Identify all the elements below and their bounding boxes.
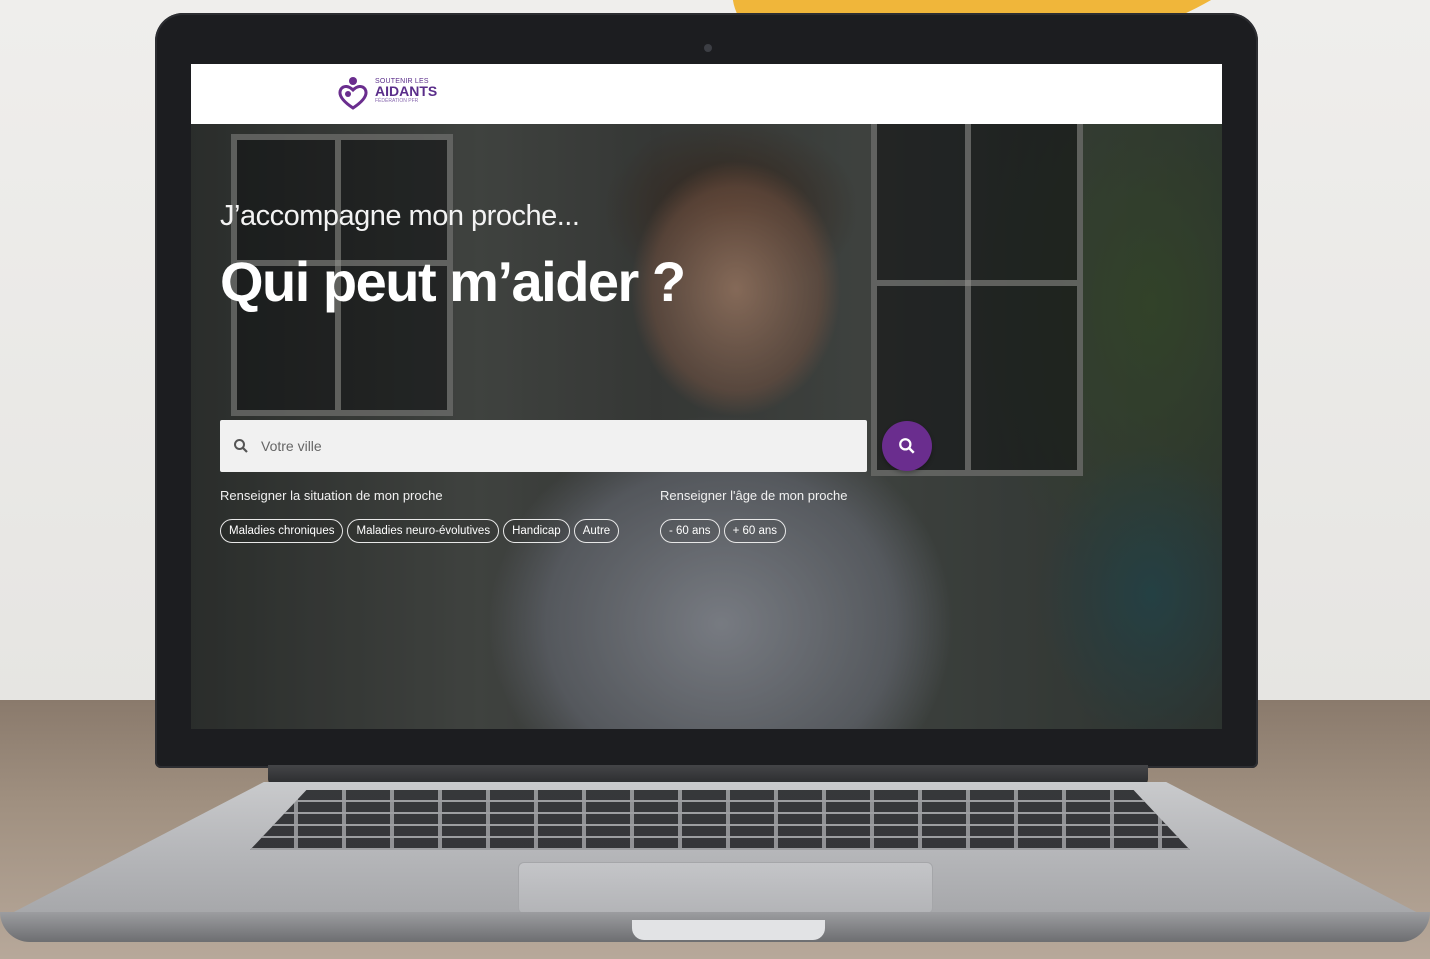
logo-main-text: AIDANTS [375, 83, 438, 99]
age-chips: - 60 ans + 60 ans [660, 519, 787, 543]
laptop-scene: SOUTENIR LES AIDANTS FÉDÉRATION PFR J’ac… [0, 0, 1430, 959]
search-icon [899, 438, 915, 454]
logo-wordmark: SOUTENIR LES AIDANTS FÉDÉRATION PFR [375, 78, 437, 104]
hero-title: Qui peut m’aider ? [220, 250, 686, 313]
site-header: SOUTENIR LES AIDANTS FÉDÉRATION PFR [191, 64, 1222, 124]
search-bar [220, 420, 867, 472]
trackpad [518, 862, 933, 914]
webcam [704, 44, 712, 52]
chip-maladies-chroniques[interactable]: Maladies chroniques [220, 519, 344, 543]
situation-label: Renseigner la situation de mon proche [220, 488, 443, 503]
chip-autre[interactable]: Autre [573, 519, 620, 543]
heart-people-icon [338, 77, 368, 110]
search-icon [234, 439, 248, 453]
chip-plus-60-ans[interactable]: + 60 ans [723, 519, 787, 543]
hero-section: J’accompagne mon proche... Qui peut m’ai… [191, 124, 1222, 729]
laptop-notch [632, 920, 825, 940]
situation-chips: Maladies chroniques Maladies neuro-évolu… [220, 519, 620, 543]
chip-maladies-neuro-evolutives[interactable]: Maladies neuro-évolutives [347, 519, 500, 543]
age-label: Renseigner l'âge de mon proche [660, 488, 848, 503]
city-search-input[interactable] [259, 437, 823, 455]
chip-handicap[interactable]: Handicap [503, 519, 570, 543]
site-logo[interactable]: SOUTENIR LES AIDANTS FÉDÉRATION PFR [337, 72, 447, 114]
search-button[interactable] [882, 421, 932, 471]
hero-subtitle: J’accompagne mon proche... [220, 200, 580, 232]
keyboard-rows [250, 790, 1190, 850]
website-screen: SOUTENIR LES AIDANTS FÉDÉRATION PFR J’ac… [191, 64, 1222, 729]
chip-moins-60-ans[interactable]: - 60 ans [660, 519, 720, 543]
